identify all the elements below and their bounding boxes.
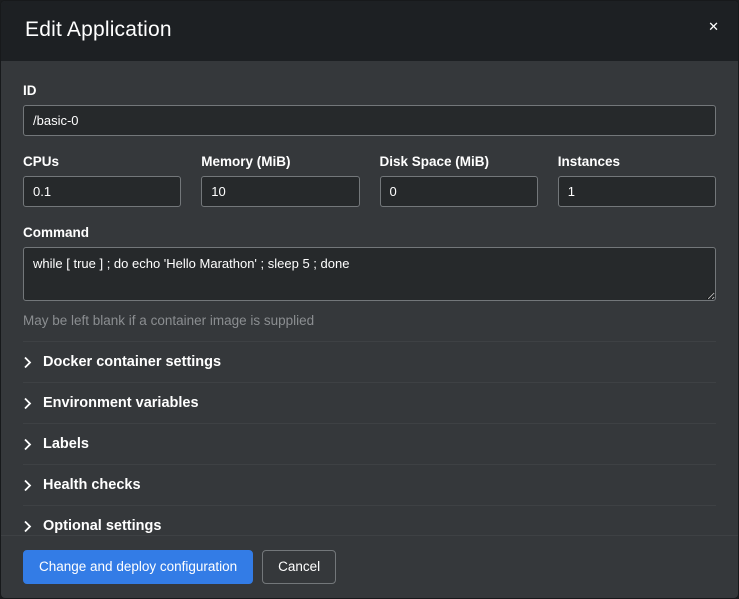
section-labels[interactable]: Labels — [23, 423, 716, 464]
change-and-deploy-button[interactable]: Change and deploy configuration — [23, 550, 253, 584]
modal-body: ID CPUs Memory (MiB) Disk Space (MiB) In… — [1, 61, 738, 535]
command-label: Command — [23, 225, 716, 240]
memory-input[interactable] — [201, 176, 359, 207]
modal-header: Edit Application ✕ — [1, 1, 738, 61]
modal-title: Edit Application — [25, 18, 714, 42]
memory-label: Memory (MiB) — [201, 154, 359, 169]
section-label: Docker container settings — [43, 354, 221, 370]
chevron-right-icon — [23, 438, 32, 451]
cpus-field-group: CPUs — [23, 154, 181, 207]
section-label: Optional settings — [43, 518, 161, 534]
section-label: Environment variables — [43, 395, 199, 411]
section-label: Labels — [43, 436, 89, 452]
resources-row: CPUs Memory (MiB) Disk Space (MiB) Insta… — [23, 154, 716, 207]
cancel-button[interactable]: Cancel — [262, 550, 336, 584]
section-label: Health checks — [43, 477, 141, 493]
instances-input[interactable] — [558, 176, 716, 207]
close-icon[interactable]: ✕ — [704, 16, 723, 37]
command-help-text: May be left blank if a container image i… — [23, 313, 716, 328]
chevron-right-icon — [23, 520, 32, 533]
chevron-right-icon — [23, 356, 32, 369]
chevron-right-icon — [23, 397, 32, 410]
section-optional-settings[interactable]: Optional settings — [23, 505, 716, 535]
chevron-right-icon — [23, 479, 32, 492]
instances-field-group: Instances — [558, 154, 716, 207]
disk-input[interactable] — [380, 176, 538, 207]
memory-field-group: Memory (MiB) — [201, 154, 359, 207]
id-label: ID — [23, 83, 716, 98]
id-field-group: ID — [23, 83, 716, 136]
section-environment-variables[interactable]: Environment variables — [23, 382, 716, 423]
cpus-input[interactable] — [23, 176, 181, 207]
cpus-label: CPUs — [23, 154, 181, 169]
accordion-sections: Docker container settings Environment va… — [23, 341, 716, 535]
command-field-group: Command while [ true ] ; do echo 'Hello … — [23, 225, 716, 328]
instances-label: Instances — [558, 154, 716, 169]
disk-field-group: Disk Space (MiB) — [380, 154, 538, 207]
section-docker-container-settings[interactable]: Docker container settings — [23, 341, 716, 382]
id-input[interactable] — [23, 105, 716, 136]
disk-label: Disk Space (MiB) — [380, 154, 538, 169]
modal-footer: Change and deploy configuration Cancel — [1, 535, 738, 598]
command-textarea[interactable]: while [ true ] ; do echo 'Hello Marathon… — [23, 247, 716, 301]
section-health-checks[interactable]: Health checks — [23, 464, 716, 505]
edit-application-modal: Edit Application ✕ ID CPUs Memory (MiB) … — [0, 0, 739, 599]
